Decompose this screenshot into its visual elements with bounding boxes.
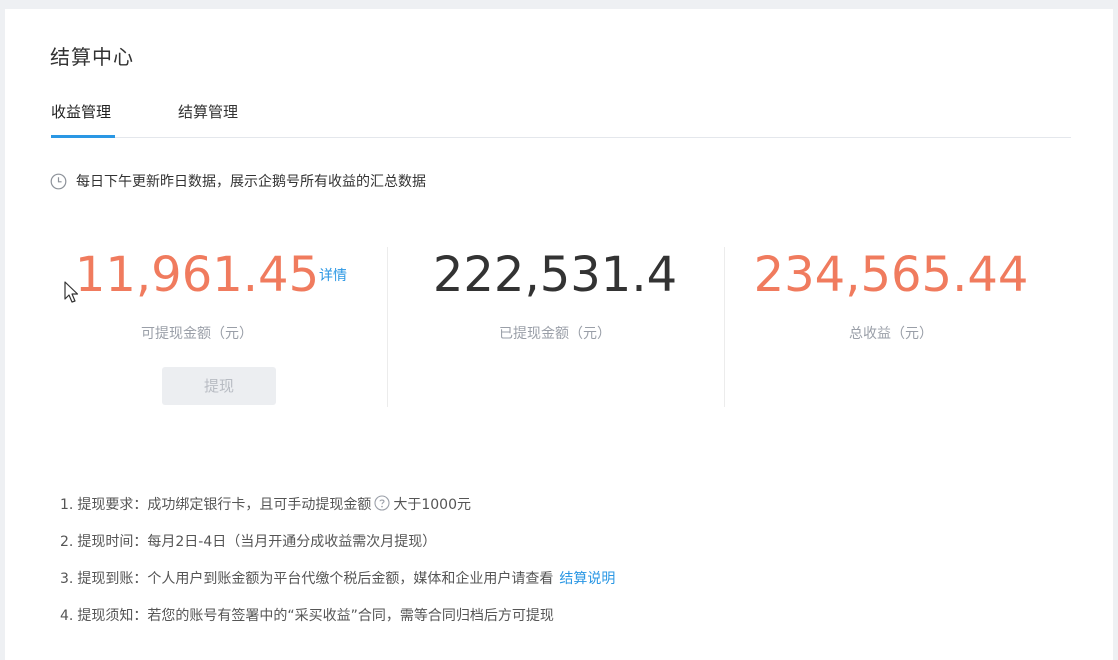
withdrawable-amount-value: 11,961.45 <box>74 247 320 303</box>
stat-divider <box>387 247 388 407</box>
rule-number: 4. <box>60 608 74 624</box>
tab-label: 收益管理 <box>51 103 112 121</box>
rule-text-after: 大于1000元 <box>393 497 471 513</box>
withdrawable-amount-label: 可提现金额（元） <box>141 326 253 342</box>
rule-item: 3. 提现到账： 个人用户到账金额为平台代缴个税后金额，媒体和企业用户请查看 结… <box>60 569 615 606</box>
settlement-card: 结算中心 收益管理 结算管理 每日下午更新昨日数据，展示企鹅号所有收益的汇总数据… <box>5 9 1113 660</box>
withdrawn-amount-value: 222,531.4 <box>432 247 678 303</box>
rule-number: 1. <box>60 497 74 513</box>
clock-icon <box>50 173 67 189</box>
rule-title: 提现须知： <box>77 608 148 624</box>
withdrawn-amount-label: 已提现金额（元） <box>499 326 611 342</box>
rule-number: 3. <box>60 571 74 587</box>
rule-title: 提现到账： <box>77 571 148 587</box>
withdrawn-amount-stat: 222,531.4 已提现金额（元） <box>405 245 705 343</box>
withdraw-button[interactable]: 提现 <box>162 367 276 405</box>
page-title: 结算中心 <box>50 45 134 69</box>
tab-label: 结算管理 <box>178 103 239 121</box>
mouse-cursor-icon <box>64 281 79 303</box>
tab-settlement-management[interactable]: 结算管理 <box>178 101 238 122</box>
total-earnings-stat: 234,565.44 总收益（元） <box>741 245 1041 343</box>
active-tab-indicator <box>51 135 115 138</box>
notice-text: 每日下午更新昨日数据，展示企鹅号所有收益的汇总数据 <box>76 174 426 190</box>
rule-number: 2. <box>60 534 74 550</box>
total-earnings-value: 234,565.44 <box>753 247 1029 303</box>
settlement-info-link[interactable]: 结算说明 <box>559 569 615 589</box>
rule-item: 4. 提现须知： 若您的账号有签署中的“采买收益”合同，需等合同归档后方可提现 <box>60 606 615 643</box>
rule-text: 个人用户到账金额为平台代缴个税后金额，媒体和企业用户请查看 <box>147 571 554 587</box>
rule-title: 提现时间： <box>77 534 148 550</box>
rule-title: 提现要求： <box>77 497 148 513</box>
rule-item: 2. 提现时间： 每月2日-4日（当月开通分成收益需次月提现） <box>60 532 615 569</box>
tab-earnings-management[interactable]: 收益管理 <box>51 101 115 138</box>
rule-text: 每月2日-4日（当月开通分成收益需次月提现） <box>147 534 437 550</box>
rule-text: 成功绑定银行卡，且可手动提现金额 <box>147 497 372 513</box>
question-icon[interactable] <box>374 495 390 511</box>
detail-link[interactable]: 详情 <box>319 265 347 285</box>
rule-item: 1. 提现要求： 成功绑定银行卡，且可手动提现金额 大于1000元 <box>60 495 615 532</box>
update-notice: 每日下午更新昨日数据，展示企鹅号所有收益的汇总数据 <box>50 171 426 191</box>
stat-divider <box>724 247 725 407</box>
total-earnings-label: 总收益（元） <box>849 326 933 342</box>
withdrawable-amount-stat: 11,961.45 可提现金额（元） <box>67 245 327 343</box>
tab-bar: 收益管理 结算管理 <box>51 99 1071 138</box>
withdrawal-rules: 1. 提现要求： 成功绑定银行卡，且可手动提现金额 大于1000元 2. 提现时… <box>60 495 615 643</box>
rule-text: 若您的账号有签署中的“采买收益”合同，需等合同归档后方可提现 <box>147 608 554 624</box>
